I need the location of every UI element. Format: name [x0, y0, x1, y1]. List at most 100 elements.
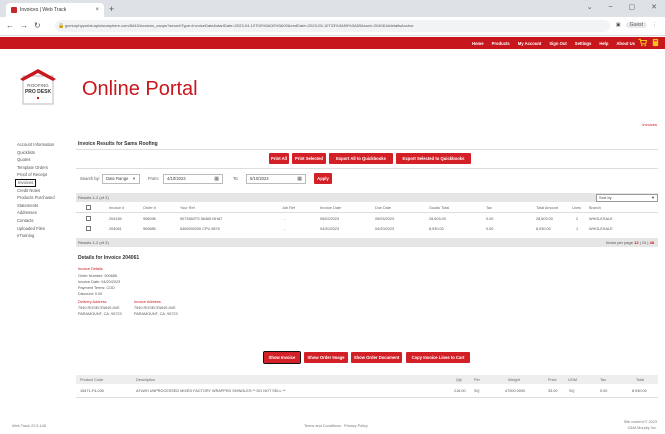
per-page-48[interactable]: 48 [650, 240, 654, 245]
url-field[interactable]: 🔒 gvmurphyportal.apicloranyhere.com/8443… [55, 20, 610, 32]
split-view-icon[interactable]: ▣ [616, 22, 621, 28]
copy-invoice-lines-button[interactable]: Copy Invoice Lines to Cart [406, 352, 470, 363]
nav-products[interactable]: Products [492, 41, 510, 46]
col-your-ref[interactable]: Your Ref [180, 206, 195, 210]
calendar-icon[interactable]: ▦ [297, 175, 302, 183]
print-selected-button[interactable]: Print Selected [292, 153, 326, 164]
cell-invoice[interactable]: 204155 [109, 217, 122, 221]
lines-header-row: Product Code Description Qty Per Weight … [76, 375, 658, 384]
back-icon[interactable]: ← [6, 21, 14, 30]
portal-top-nav: Home Products My Account Sign Out Settin… [0, 37, 665, 49]
cart-alert-icon[interactable] [651, 38, 660, 47]
forward-icon[interactable]: → [20, 21, 28, 30]
nav-sign-out[interactable]: Sign Out [549, 41, 566, 46]
sidebar-item-products-purchased[interactable]: Products Purchased [15, 194, 69, 202]
divider [76, 168, 658, 169]
cell-due-date: 04/20/2023 [375, 226, 395, 231]
sidebar-item-proof-of-receipt[interactable]: Proof of Receipt [15, 171, 69, 179]
col-per: Per [474, 377, 480, 382]
apply-button[interactable]: Apply [314, 173, 332, 184]
nav-home[interactable]: Home [472, 41, 484, 46]
browser-tab[interactable]: Invoices | Web Track × [6, 3, 104, 17]
export-selected-quickbooks-button[interactable]: Export Selected to Quickbooks [396, 153, 471, 164]
roofing-pro-desk-logo[interactable]: ROOFING PRO DESK [20, 68, 56, 106]
nav-help[interactable]: Help [599, 41, 608, 46]
from-label: From: [148, 176, 159, 181]
sidebar-item-addresses[interactable]: Addresses [15, 209, 69, 217]
reload-icon[interactable]: ↻ [34, 21, 41, 30]
close-tab-icon[interactable]: × [95, 7, 99, 13]
cell-product-code: 15471-F4-030 [80, 388, 104, 393]
row-checkbox[interactable] [86, 225, 91, 231]
from-date-input[interactable]: 4/10/2023 ▦ [163, 174, 223, 184]
sort-by-select[interactable]: Sort by ▼ [596, 193, 658, 202]
sidebar-item-quotes[interactable]: Quotes [15, 156, 69, 164]
maximize-icon[interactable]: ▢ [629, 3, 636, 11]
browser-menu-icon[interactable]: ⋮ [652, 22, 657, 28]
show-invoice-button[interactable]: Show Invoice [263, 351, 301, 364]
cell-job-ref: - [284, 226, 286, 231]
new-tab-icon[interactable]: + [109, 4, 114, 14]
export-all-quickbooks-button[interactable]: Export All to Quickbooks [329, 153, 393, 164]
sidebar-item-quicklists[interactable]: Quicklists [15, 149, 69, 157]
guest-profile-button[interactable]: Guest [625, 22, 647, 28]
per-page-24[interactable]: 24 [642, 240, 646, 245]
cell-order: 906098 [143, 216, 156, 221]
tab-title: Invoices | Web Track [20, 7, 67, 13]
row-checkbox[interactable] [86, 215, 91, 221]
col-branch[interactable]: Branch [589, 206, 601, 210]
col-weight: Weight [508, 377, 520, 382]
sidebar-item-template-orders[interactable]: Template Orders [15, 164, 69, 172]
per-page-12[interactable]: 12 [634, 240, 638, 245]
from-date-value: 4/10/2023 [167, 176, 186, 181]
chevron-down-icon: ▼ [651, 194, 655, 200]
discount-line: Discount: 0.00 [78, 292, 103, 296]
col-tax[interactable]: Tax [486, 206, 492, 210]
print-all-button[interactable]: Print All [269, 153, 289, 164]
tab-search-icon[interactable]: ⌄ [587, 3, 593, 11]
col-goods-total[interactable]: Goods Total [429, 206, 449, 210]
show-order-image-button[interactable]: Show Order Image [304, 352, 348, 363]
sidebar-item-invoices[interactable]: Invoices [15, 178, 36, 187]
cell-total-amount: 28,603.00 [536, 216, 553, 221]
calendar-icon[interactable]: ▦ [214, 175, 219, 183]
to-label: To: [233, 176, 239, 181]
sidebar-item-contacts[interactable]: Contacts [15, 217, 69, 225]
footer-company: G&M Murphy Inc. [627, 426, 657, 430]
nav-settings[interactable]: Settings [575, 41, 592, 46]
breadcrumb[interactable]: Invoices [642, 122, 657, 127]
search-by-select[interactable]: Date Range ▼ [102, 174, 140, 184]
table-row[interactable]: 204061 900685 5469939290 CPU 9876 - 04/2… [76, 224, 658, 233]
show-order-document-button[interactable]: Show Order Document [351, 352, 402, 363]
cell-line-total: 8,930.00 [632, 388, 647, 393]
col-job-ref[interactable]: Job Ref [282, 206, 295, 210]
col-total-amount[interactable]: Total Amount [536, 206, 558, 210]
col-order[interactable]: Order # [143, 206, 156, 210]
select-all-checkbox[interactable] [86, 204, 91, 210]
results-count: Results 1-2 (of 2) [78, 240, 109, 245]
close-window-icon[interactable]: ✕ [651, 3, 657, 11]
col-due-date[interactable]: Due Date [375, 206, 391, 210]
sidebar-item-account-information[interactable]: Account Information [15, 141, 69, 149]
to-date-input[interactable]: 5/10/2023 ▦ [246, 174, 306, 184]
table-row[interactable]: 204155 906098 9073460TS 56465 NHAT - 05/… [76, 214, 658, 223]
cart-icon[interactable] [638, 38, 647, 47]
browser-profile-area: ▣ Guest ⋮ [616, 22, 657, 28]
col-invoice-date[interactable]: Invoice Date [320, 206, 341, 210]
logo-text-pro-desk: PRO DESK [25, 89, 52, 95]
sidebar-item-uploaded-files[interactable]: Uploaded Files [15, 225, 69, 233]
minimize-icon[interactable]: – [609, 3, 613, 11]
chevron-down-icon: ▼ [132, 176, 136, 181]
col-invoice[interactable]: Invoice # [109, 206, 124, 210]
invoice-date-line: Invoice Date: 04/20/2023 [78, 280, 121, 284]
sidebar-item-credit-notes[interactable]: Credit Notes [15, 187, 69, 195]
nav-my-account[interactable]: My Account [518, 41, 542, 46]
nav-about-us[interactable]: About Us [616, 41, 635, 46]
cell-weight: 47000.0000 [505, 388, 526, 393]
cell-invoice[interactable]: 204061 [109, 227, 122, 231]
sidebar-item-statements[interactable]: Statements [15, 202, 69, 210]
col-lines[interactable]: Lines [572, 206, 581, 210]
sidebar-item-etraining[interactable]: eTraining [15, 232, 69, 240]
footer-links[interactable]: Terms and Conditions · Privacy Policy [304, 424, 368, 428]
logo-text-roofing: ROOFING [27, 83, 49, 88]
